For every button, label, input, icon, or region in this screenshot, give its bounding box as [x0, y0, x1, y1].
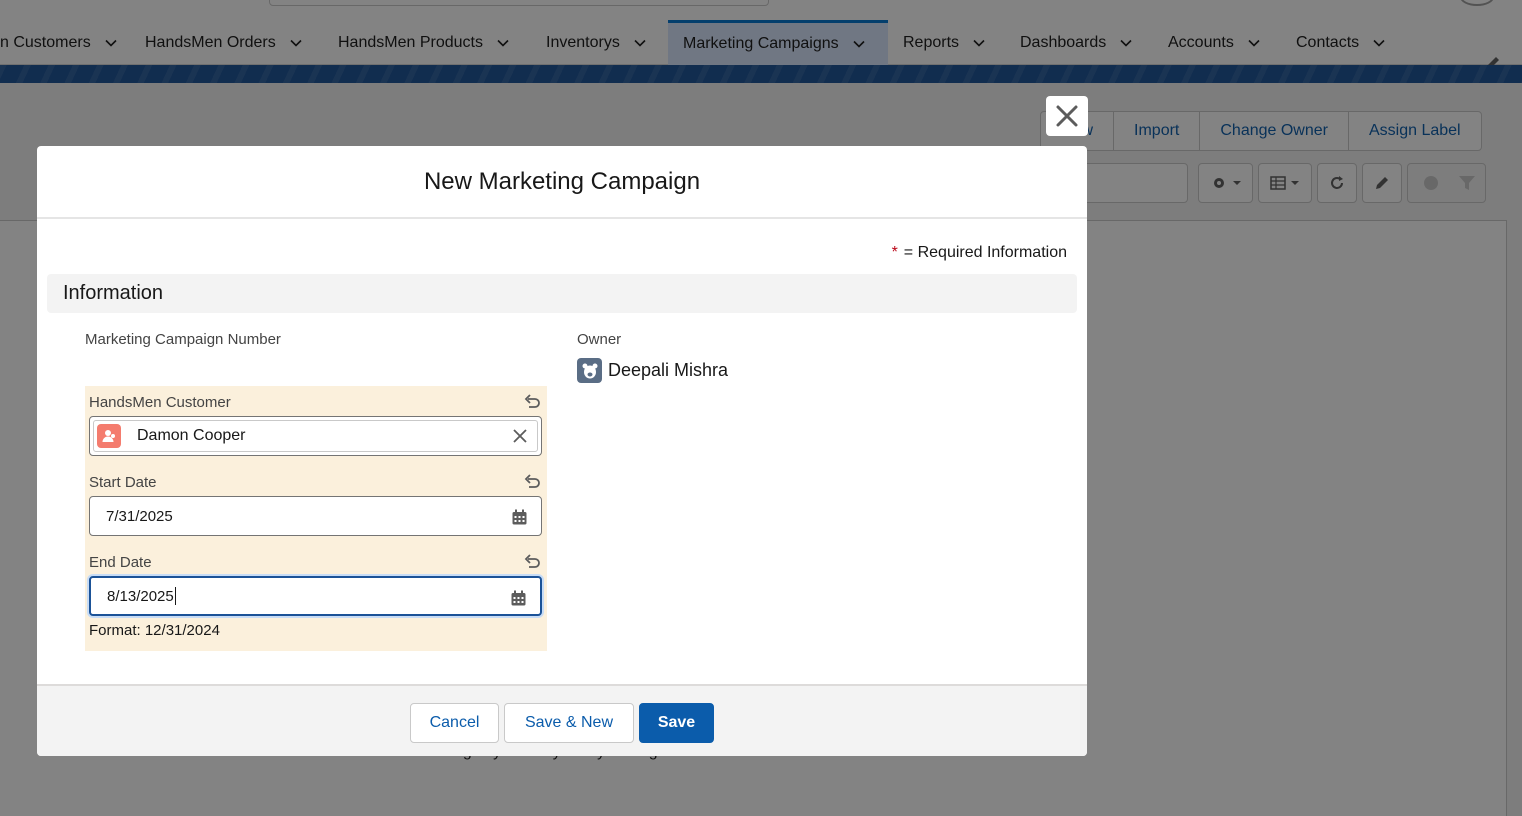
start-date-label: Start Date — [89, 474, 157, 491]
campaign-number-label: Marketing Campaign Number — [85, 331, 281, 348]
undo-icon[interactable] — [523, 473, 541, 491]
end-date-input[interactable]: 8/13/2025 — [89, 576, 542, 616]
contact-icon — [97, 424, 121, 448]
close-icon — [1056, 105, 1078, 127]
section-header-information[interactable]: Information — [47, 274, 1077, 313]
user-avatar-icon — [577, 358, 602, 383]
modal-close-button[interactable] — [1046, 96, 1088, 136]
customer-label: HandsMen Customer — [89, 394, 231, 411]
save-button[interactable]: Save — [639, 703, 714, 743]
new-record-modal: New Marketing Campaign * = Required Infor… — [37, 146, 1087, 756]
modal-footer: Cancel Save & New Save — [37, 684, 1087, 756]
required-info-text: = Required Information — [903, 244, 1067, 261]
customer-pill[interactable]: Damon Cooper — [93, 420, 538, 452]
owner-field: Deepali Mishra — [577, 358, 728, 383]
end-date-value: 8/13/2025 — [107, 587, 174, 605]
owner-name[interactable]: Deepali Mishra — [608, 360, 728, 381]
end-date-label: End Date — [89, 554, 152, 571]
required-info-legend: * = Required Information — [892, 244, 1067, 262]
calendar-icon[interactable] — [512, 509, 527, 525]
text-cursor — [174, 587, 176, 605]
section-title: Information — [63, 282, 164, 304]
clear-selection-icon[interactable] — [513, 429, 527, 443]
edited-fields-group: HandsMen Customer Damon Cooper Start Dat… — [85, 386, 547, 651]
start-date-input[interactable]: 7/31/2025 — [89, 496, 542, 536]
save-and-new-button[interactable]: Save & New — [504, 703, 634, 743]
start-date-value: 7/31/2025 — [106, 507, 173, 525]
modal-title: New Marketing Campaign — [423, 167, 701, 195]
owner-label: Owner — [577, 331, 622, 348]
required-star: * — [891, 244, 898, 261]
customer-lookup-field[interactable]: Damon Cooper — [89, 416, 542, 456]
undo-icon[interactable] — [523, 553, 541, 571]
cancel-button[interactable]: Cancel — [410, 703, 499, 743]
undo-icon[interactable] — [523, 393, 541, 411]
customer-value: Damon Cooper — [137, 427, 246, 444]
modal-header: New Marketing Campaign — [37, 146, 1087, 219]
date-format-help: Format: 12/31/2024 — [89, 622, 220, 639]
calendar-icon[interactable] — [511, 590, 526, 606]
